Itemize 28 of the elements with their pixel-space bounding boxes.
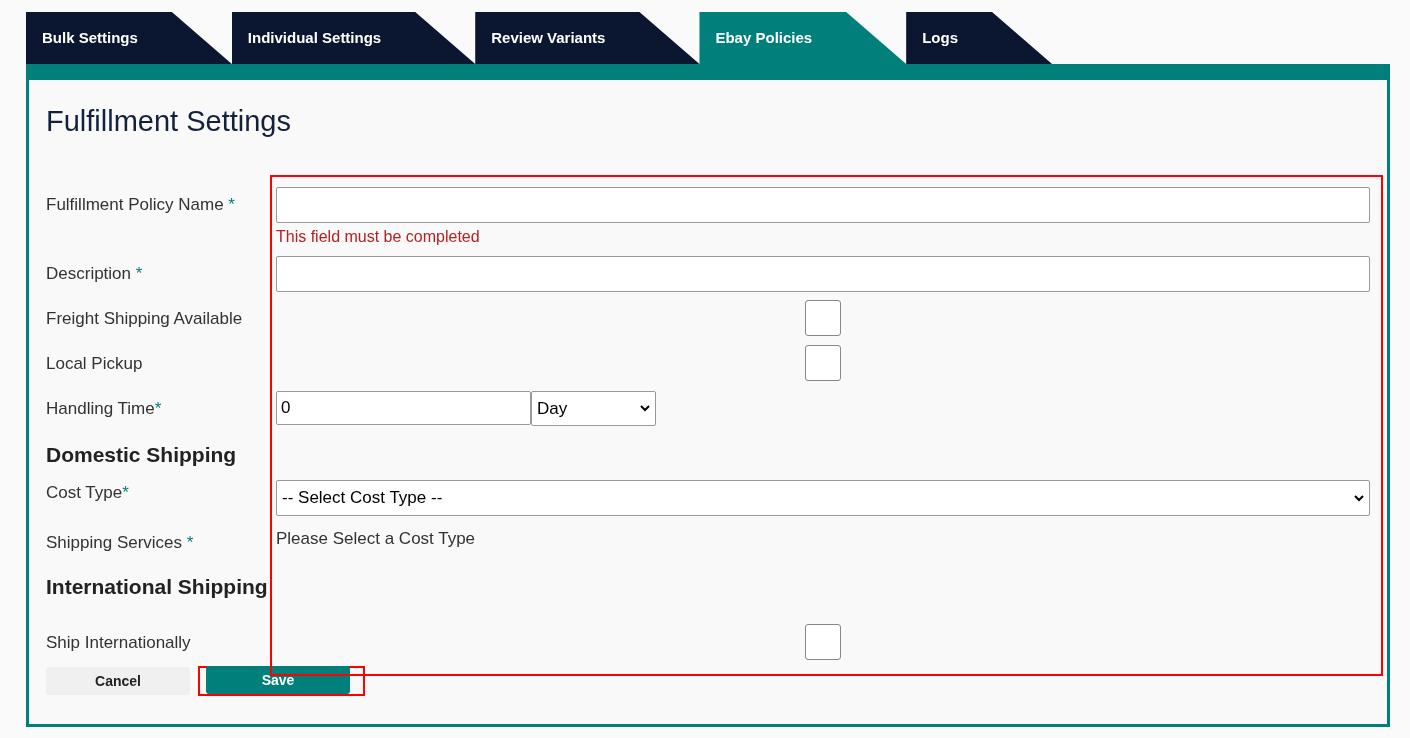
- tab[interactable]: Review Variants: [475, 12, 700, 64]
- tab[interactable]: Ebay Policies: [699, 12, 907, 64]
- field-label: Ship Internationally: [46, 633, 191, 652]
- tab[interactable]: Individual Settings: [231, 12, 476, 64]
- field-label: Description: [46, 264, 133, 283]
- required-mark: *: [154, 399, 162, 418]
- required-mark: *: [228, 195, 235, 214]
- hint-text: Please Select a Cost Type: [276, 529, 476, 548]
- page-title: Fulfillment Settings: [46, 104, 292, 139]
- section-heading: Domestic Shipping: [46, 442, 238, 468]
- unit-dropdown[interactable]: Day: [531, 391, 656, 426]
- number-field[interactable]: 0: [276, 391, 531, 425]
- field-label: Handling Time: [46, 399, 155, 418]
- field-label: Fulfillment Policy Name: [46, 195, 225, 214]
- cancel-button[interactable]: Cancel: [46, 667, 190, 695]
- field-label: Freight Shipping Available: [46, 309, 243, 328]
- error-message: This field must be completed: [276, 227, 481, 247]
- cost-type-dropdown[interactable]: -- Select Cost Type --: [276, 480, 1370, 516]
- tab[interactable]: Bulk Settings: [26, 12, 232, 64]
- field-label: Local Pickup: [46, 354, 143, 373]
- tab[interactable]: Logs: [906, 12, 1052, 64]
- section-heading: International Shipping: [46, 574, 269, 600]
- required-mark: *: [135, 264, 143, 283]
- required-mark: *: [186, 533, 194, 552]
- field-label: Cost Type: [46, 483, 123, 502]
- save-button[interactable]: Save: [206, 666, 350, 694]
- required-mark: *: [122, 483, 129, 502]
- field-label: Shipping Services: [46, 533, 184, 552]
